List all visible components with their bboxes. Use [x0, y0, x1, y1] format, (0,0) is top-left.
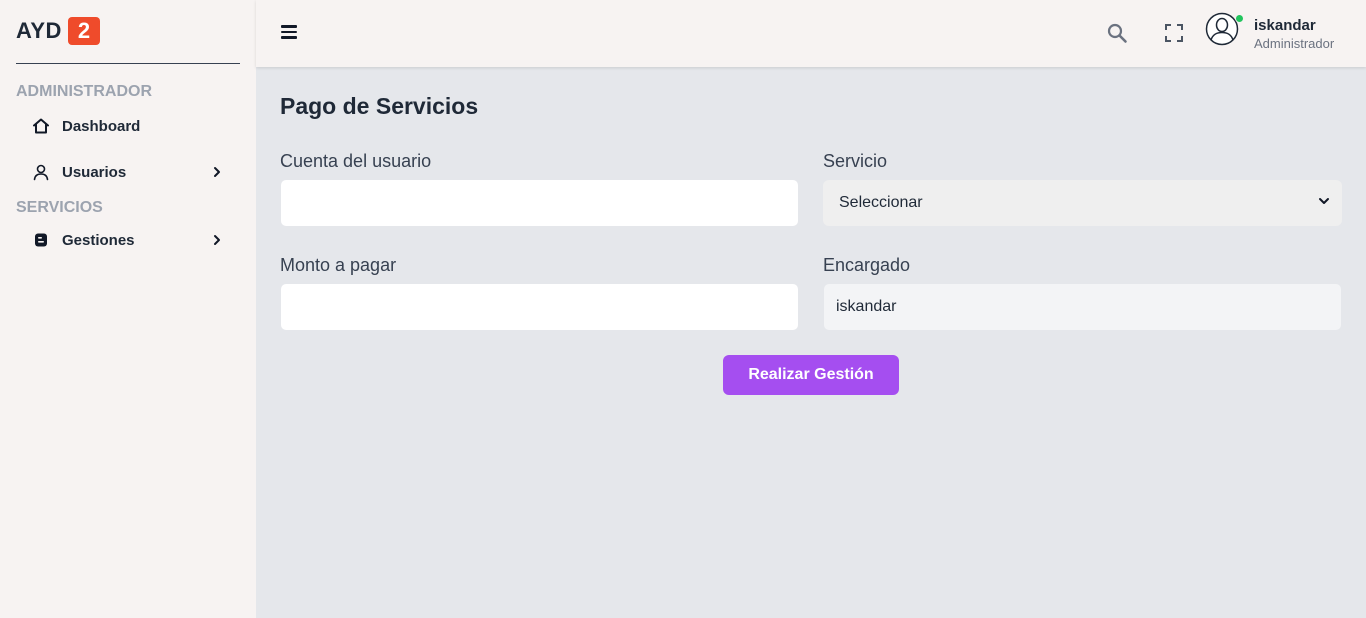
brand-name: AYD [16, 18, 62, 43]
sidebar-item-label: Gestiones [62, 231, 135, 249]
manager-field: iskandar [823, 283, 1342, 331]
sidebar-item-gestiones[interactable]: Gestiones [32, 227, 224, 253]
sidebar-item-usuarios[interactable]: Usuarios [32, 159, 224, 185]
service-label: Servicio [823, 151, 888, 171]
sidebar-item-label: Dashboard [62, 117, 141, 135]
divider [16, 63, 240, 64]
amount-label: Monto a pagar [280, 255, 397, 275]
fullscreen-icon[interactable] [1164, 23, 1184, 43]
menu-icon[interactable] [281, 23, 299, 41]
service-select-value: Seleccionar [839, 194, 923, 211]
brand-logo[interactable]: AYD 2 [16, 17, 100, 45]
user-name: iskandar [1254, 17, 1316, 34]
sidebar-item-dashboard[interactable]: Dashboard [32, 113, 224, 139]
page-title: Pago de Servicios [280, 93, 479, 119]
home-icon [32, 117, 50, 135]
sidebar-item-label: Usuarios [62, 163, 127, 181]
manager-label: Encargado [823, 255, 911, 275]
section-label-administrador: ADMINISTRADOR [16, 83, 152, 100]
sidebar: AYD 2 ADMINISTRADOR Dashboard Usuarios S… [0, 0, 256, 618]
chevron-right-icon [210, 165, 224, 179]
account-label: Cuenta del usuario [280, 151, 432, 171]
user-icon [32, 163, 50, 181]
search-icon[interactable] [1106, 22, 1128, 44]
account-input[interactable] [280, 179, 799, 227]
chevron-down-icon [1318, 194, 1330, 212]
brand-badge: 2 [67, 17, 100, 45]
chevron-right-icon [210, 233, 224, 247]
service-select[interactable]: Seleccionar [823, 180, 1342, 226]
amount-input[interactable] [280, 283, 799, 331]
submit-button[interactable]: Realizar Gestión [723, 355, 899, 395]
avatar-icon[interactable] [1205, 12, 1239, 46]
online-status-dot [1235, 14, 1244, 23]
top-header: iskandar Administrador [256, 0, 1366, 67]
user-role: Administrador [1254, 36, 1335, 51]
section-label-servicios: SERVICIOS [16, 199, 103, 216]
blogger-icon [32, 231, 50, 249]
